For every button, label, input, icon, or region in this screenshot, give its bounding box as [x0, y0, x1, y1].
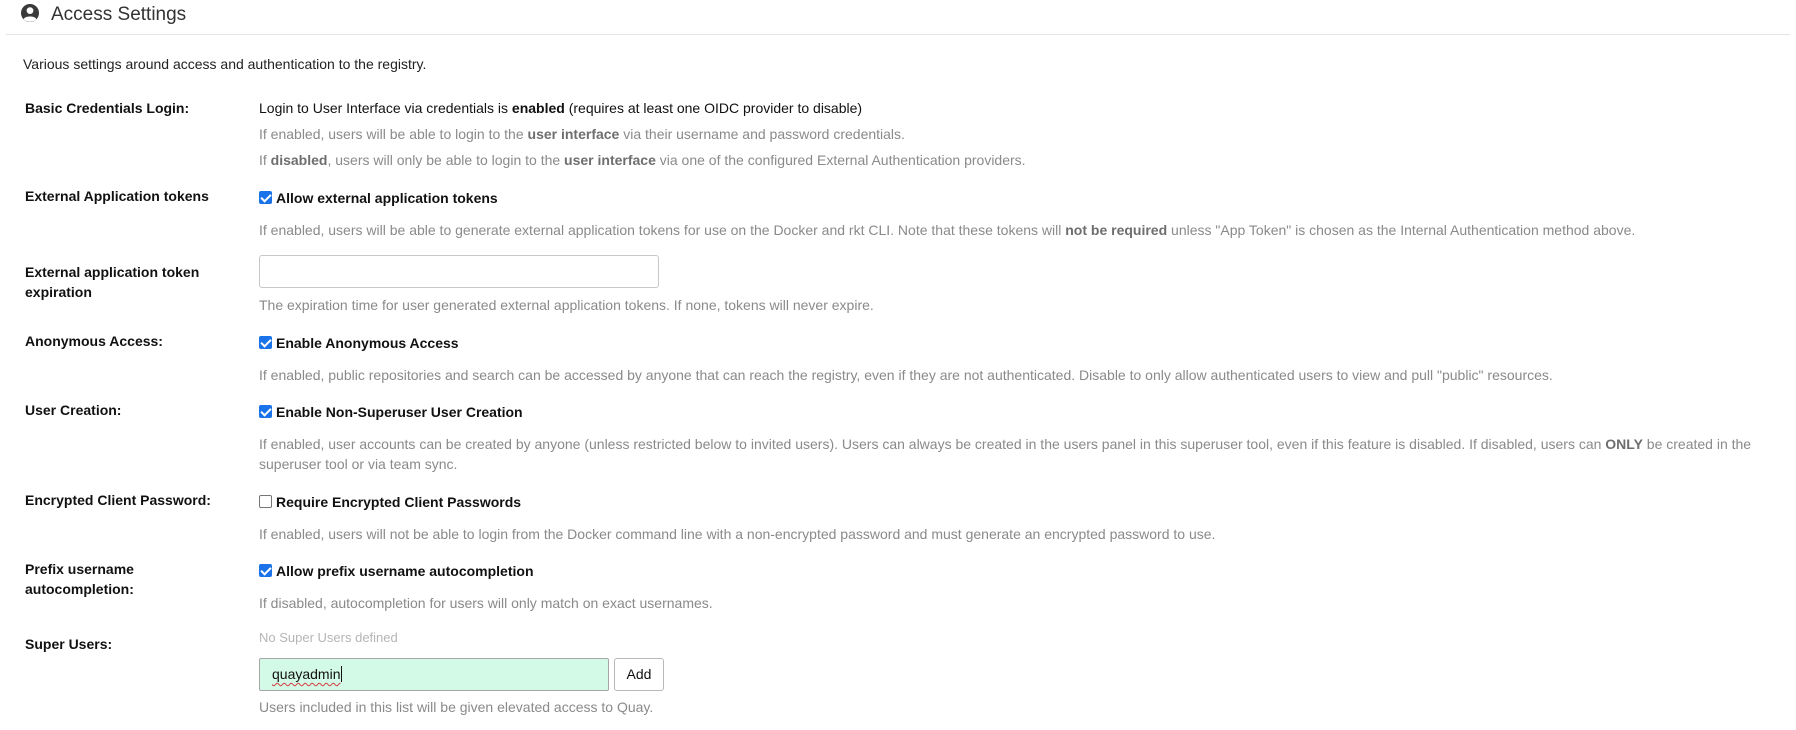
user-creation-checkbox[interactable]: [259, 404, 272, 418]
user-creation-checkbox-row[interactable]: Enable Non-Superuser User Creation: [259, 402, 1759, 422]
basic-credentials-field: Login to User Interface via credentials …: [259, 98, 1026, 170]
add-super-user-button[interactable]: Add: [614, 658, 664, 691]
section-description: Various settings around access and authe…: [23, 56, 427, 72]
super-users-label: Super Users:: [25, 636, 113, 652]
anonymous-access-checkbox-row[interactable]: Enable Anonymous Access: [259, 333, 1553, 353]
external-tokens-field: Allow external application tokens If ena…: [259, 188, 1635, 240]
prefix-autocomplete-label: Prefix username autocompletion:: [25, 561, 134, 597]
encrypted-password-help: If enabled, users will not be able to lo…: [259, 526, 1216, 542]
user-creation-checkbox-label[interactable]: Enable Non-Superuser User Creation: [276, 404, 523, 420]
access-settings-panel: Access Settings Various settings around …: [0, 0, 1796, 730]
external-tokens-label: External Application tokens: [25, 188, 209, 204]
user-circle-icon: [21, 4, 39, 22]
basic-credentials-help-disabled: If disabled, users will only be able to …: [259, 152, 1026, 168]
user-creation-label: User Creation:: [25, 402, 122, 418]
panel-heading: Access Settings: [6, 0, 1790, 35]
encrypted-password-checkbox[interactable]: [259, 494, 272, 508]
prefix-autocomplete-checkbox-row[interactable]: Allow prefix username autocompletion: [259, 561, 713, 581]
anonymous-access-label: Anonymous Access:: [25, 333, 163, 349]
encrypted-password-field: Require Encrypted Client Passwords If en…: [259, 492, 1215, 544]
anonymous-access-field: Enable Anonymous Access If enabled, publ…: [259, 333, 1553, 385]
anonymous-access-checkbox-label[interactable]: Enable Anonymous Access: [276, 335, 459, 351]
basic-credentials-status: Login to User Interface via credentials …: [259, 100, 863, 116]
user-creation-field: Enable Non-Superuser User Creation If en…: [259, 402, 1759, 474]
encrypted-password-label: Encrypted Client Password:: [25, 492, 211, 508]
anonymous-access-checkbox[interactable]: [259, 335, 272, 349]
prefix-autocomplete-field: Allow prefix username autocompletion If …: [259, 561, 713, 613]
basic-credentials-label: Basic Credentials Login:: [25, 100, 190, 116]
super-users-empty-note: No Super Users defined: [259, 630, 398, 645]
super-user-input-value[interactable]: quayadmin: [272, 666, 341, 682]
super-users-help: Users included in this list will be give…: [259, 699, 654, 715]
basic-credentials-help-enabled: If enabled, users will be able to login …: [259, 126, 905, 142]
token-expiration-help: The expiration time for user generated e…: [259, 297, 874, 313]
user-creation-help: If enabled, user accounts can be created…: [259, 436, 1752, 472]
anonymous-access-help: If enabled, public repositories and sear…: [259, 367, 1553, 383]
external-tokens-checkbox-row[interactable]: Allow external application tokens: [259, 188, 1635, 208]
prefix-autocomplete-checkbox-label[interactable]: Allow prefix username autocompletion: [276, 563, 534, 579]
external-tokens-checkbox-label[interactable]: Allow external application tokens: [276, 190, 498, 206]
token-expiration-input[interactable]: [259, 255, 659, 288]
text-caret: [340, 666, 342, 682]
encrypted-password-checkbox-row[interactable]: Require Encrypted Client Passwords: [259, 492, 1215, 512]
external-tokens-checkbox[interactable]: [259, 190, 272, 204]
panel-title: Access Settings: [51, 4, 187, 25]
super-user-input[interactable]: quayadmin: [259, 658, 609, 691]
external-tokens-help: If enabled, users will be able to genera…: [259, 222, 1636, 238]
encrypted-password-checkbox-label[interactable]: Require Encrypted Client Passwords: [276, 494, 521, 510]
credentials-state: enabled: [511, 100, 565, 116]
token-expiration-label: External application token expiration: [25, 264, 200, 300]
prefix-autocomplete-checkbox[interactable]: [259, 563, 272, 577]
prefix-autocomplete-help: If disabled, autocompletion for users wi…: [259, 595, 713, 611]
